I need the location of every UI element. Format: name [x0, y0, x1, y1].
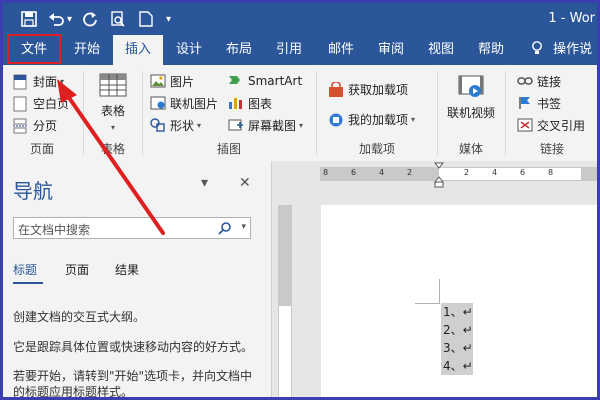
annotation-arrow	[57, 79, 165, 235]
word-window: ▾ ▾ 1 - Wor 文件 开始 插入 设计 布局 引用 邮件 审阅 视图 帮…	[0, 0, 600, 400]
